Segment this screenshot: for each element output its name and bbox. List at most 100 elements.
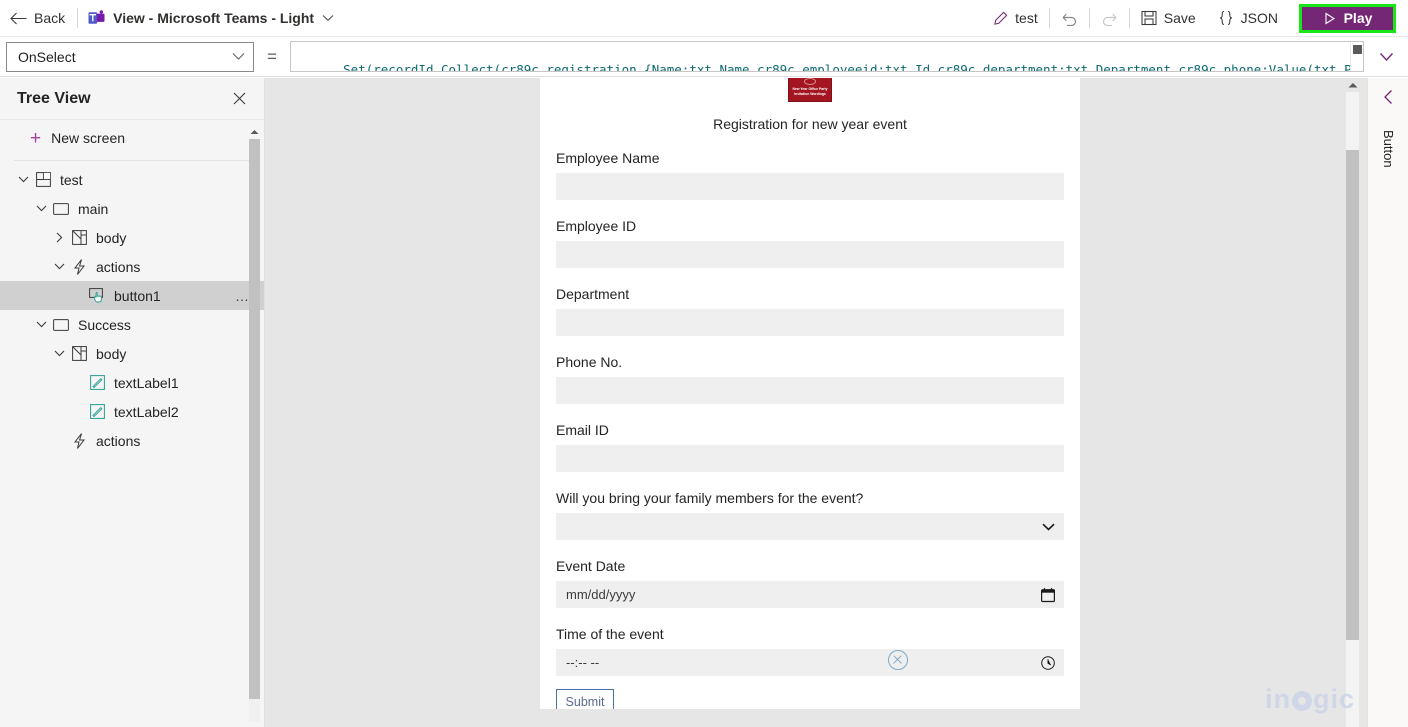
tree-item-label: test bbox=[60, 171, 83, 188]
tree-item-label: actions bbox=[96, 258, 141, 275]
field-label-3: Phone No. bbox=[556, 354, 623, 370]
tree-item-label: main bbox=[78, 200, 109, 217]
tree-view-panel: Tree View + New screen test main body actio… bbox=[0, 78, 265, 727]
braces-icon bbox=[1218, 10, 1234, 26]
new-screen-label: New screen bbox=[51, 130, 126, 146]
arrow-left-icon bbox=[10, 12, 27, 25]
tree-item-button1[interactable]: button1… bbox=[0, 281, 264, 310]
json-button[interactable]: JSON bbox=[1207, 0, 1289, 36]
teams-icon bbox=[88, 9, 105, 27]
formula-scrollbar-thumb[interactable] bbox=[1353, 45, 1362, 54]
label-icon bbox=[86, 375, 108, 390]
layout-icon bbox=[68, 230, 90, 245]
tree-item-main[interactable]: main bbox=[0, 194, 264, 223]
back-button[interactable]: Back bbox=[0, 0, 77, 36]
watermark-o-glyph bbox=[1291, 691, 1312, 711]
chevron-right-icon[interactable] bbox=[50, 232, 68, 243]
formula-input[interactable]: Set(recordId,Collect(cr89c_registration,… bbox=[290, 41, 1364, 72]
redo-icon bbox=[1101, 11, 1118, 26]
tree-item-test[interactable]: test bbox=[0, 165, 264, 194]
play-triangle-icon bbox=[1323, 12, 1336, 25]
tree-item-label: button1 bbox=[114, 287, 161, 304]
form-fields: Employee Name Employee ID Department Phone … bbox=[556, 150, 1064, 676]
tree-scrollbar-thumb[interactable] bbox=[249, 139, 260, 699]
submit-button[interactable]: Submit bbox=[556, 689, 614, 709]
canvas-scrollbar[interactable] bbox=[1346, 78, 1359, 727]
field-input-3-text[interactable] bbox=[556, 377, 1064, 404]
chevron-down-icon[interactable] bbox=[50, 350, 68, 357]
field-input-5-select[interactable] bbox=[556, 513, 1064, 540]
field-input-7-time[interactable]: --:-- -- bbox=[556, 649, 1064, 676]
label-icon bbox=[86, 404, 108, 419]
close-icon[interactable] bbox=[228, 88, 250, 110]
property-select[interactable]: OnSelect bbox=[6, 41, 254, 72]
play-label: Play bbox=[1343, 10, 1373, 26]
logo-line-2: Invitation Wordings bbox=[794, 92, 826, 96]
container-icon bbox=[50, 202, 72, 215]
field-label-0: Employee Name bbox=[556, 150, 660, 166]
field-input-4-text[interactable] bbox=[556, 445, 1064, 472]
form-title: Registration for new year event bbox=[713, 116, 907, 132]
top-command-bar: Back View - Microsoft Teams - Light test bbox=[0, 0, 1408, 37]
chevron-down-icon[interactable] bbox=[14, 176, 32, 183]
chevron-down-icon[interactable] bbox=[32, 321, 50, 328]
rename-app-button[interactable]: test bbox=[982, 0, 1049, 36]
scroll-up-arrow-icon[interactable] bbox=[249, 126, 260, 137]
formula-scrollbar[interactable] bbox=[1350, 42, 1363, 71]
app-title: View - Microsoft Teams - Light bbox=[113, 10, 315, 26]
registration-form: New Year Office Party Invitation Wording… bbox=[540, 78, 1080, 709]
layout-icon bbox=[68, 346, 90, 361]
inogic-watermark: in gic bbox=[1265, 684, 1355, 715]
field-input-1-text[interactable] bbox=[556, 241, 1064, 268]
chevron-down-icon[interactable] bbox=[50, 263, 68, 270]
formula-bar: OnSelect = Set(recordId,Collect(cr89c_re… bbox=[0, 37, 1408, 77]
save-button[interactable]: Save bbox=[1130, 0, 1207, 36]
field-input-6-date[interactable]: mm/dd/yyyy bbox=[556, 581, 1064, 608]
chevron-down-icon[interactable] bbox=[1042, 523, 1055, 531]
field-input-0-text[interactable] bbox=[556, 173, 1064, 200]
property-select-value: OnSelect bbox=[18, 48, 76, 65]
tree-scrollbar[interactable] bbox=[249, 126, 260, 722]
clock-icon[interactable] bbox=[1041, 655, 1055, 670]
chevron-down-icon bbox=[322, 14, 334, 22]
play-button[interactable]: Play bbox=[1299, 3, 1396, 33]
toolbar-right-group: test Save JSON Play bbox=[982, 0, 1408, 37]
undo-button[interactable] bbox=[1050, 0, 1089, 36]
json-label: JSON bbox=[1240, 10, 1278, 26]
tree-item-label: textLabel2 bbox=[114, 403, 179, 420]
back-label: Back bbox=[34, 10, 66, 26]
app-name-label: test bbox=[1015, 10, 1038, 26]
tree-view-header: Tree View bbox=[0, 78, 264, 120]
tree-item-label: body bbox=[96, 345, 127, 362]
chevron-left-icon[interactable] bbox=[1382, 78, 1395, 116]
tree-item-actions[interactable]: actions bbox=[0, 426, 264, 455]
tree-item-textlabel2[interactable]: textLabel2 bbox=[0, 397, 264, 426]
app-name-dropdown[interactable]: View - Microsoft Teams - Light bbox=[78, 0, 344, 36]
new-screen-button[interactable]: + New screen bbox=[0, 120, 264, 156]
pencil-icon bbox=[993, 11, 1008, 26]
formula-expand-button[interactable] bbox=[1364, 37, 1408, 77]
field-label-7: Time of the event bbox=[556, 626, 664, 642]
field-label-2: Department bbox=[556, 286, 630, 302]
calendar-icon[interactable] bbox=[1041, 587, 1055, 602]
redo-button[interactable] bbox=[1090, 0, 1129, 36]
plus-icon: + bbox=[30, 127, 42, 149]
tree-divider bbox=[14, 160, 252, 161]
field-placeholder-6: mm/dd/yyyy bbox=[566, 587, 636, 602]
tree-item-success[interactable]: Success bbox=[0, 310, 264, 339]
chevron-down-icon[interactable] bbox=[32, 205, 50, 212]
properties-panel: Button bbox=[1367, 78, 1408, 727]
screen-icon bbox=[32, 172, 54, 187]
tree-item-body[interactable]: body bbox=[0, 339, 264, 368]
tree-item-label: Success bbox=[78, 316, 131, 333]
properties-panel-label: Button bbox=[1381, 130, 1396, 168]
tree-item-actions[interactable]: actions bbox=[0, 252, 264, 281]
canvas-scrollbar-thumb[interactable] bbox=[1346, 150, 1359, 640]
chevron-down-icon bbox=[232, 52, 245, 61]
tree-item-label: actions bbox=[96, 432, 141, 449]
scroll-up-arrow-icon[interactable] bbox=[1346, 78, 1359, 91]
field-input-2-text[interactable] bbox=[556, 309, 1064, 336]
tree-item-body[interactable]: body bbox=[0, 223, 264, 252]
tree-item-list: test main body actions button1… Success body te… bbox=[0, 165, 264, 455]
tree-item-textlabel1[interactable]: textLabel1 bbox=[0, 368, 264, 397]
